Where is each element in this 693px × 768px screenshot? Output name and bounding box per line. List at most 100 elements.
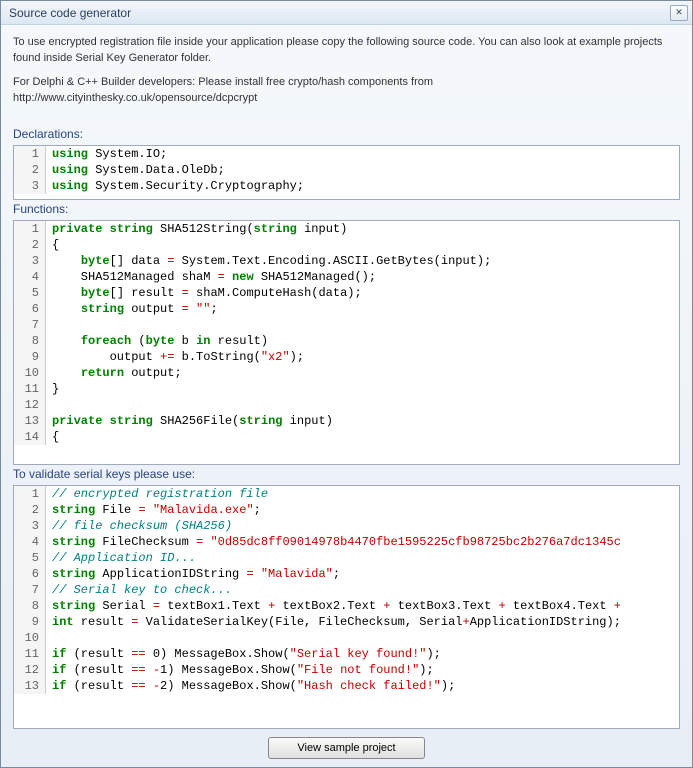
content-area: To use encrypted registration file insid… (1, 25, 692, 767)
code-line: 14{ (14, 429, 679, 445)
declarations-label: Declarations: (13, 127, 680, 141)
gutter: 4 (14, 269, 46, 285)
code-line: 3 byte[] data = System.Text.Encoding.ASC… (14, 253, 679, 269)
code-cell[interactable] (46, 630, 679, 646)
code-cell[interactable]: } (46, 381, 679, 397)
code-line: 4string FileChecksum = "0d85dc8ff0901497… (14, 534, 679, 550)
code-cell[interactable]: using System.IO; (46, 146, 679, 162)
gutter: 12 (14, 397, 46, 413)
validation-label: To validate serial keys please use: (13, 467, 680, 481)
code-line: 1// encrypted registration file (14, 486, 679, 502)
code-cell[interactable] (46, 317, 679, 333)
view-sample-button[interactable]: View sample project (268, 737, 424, 759)
code-line: 1private string SHA512String(string inpu… (14, 221, 679, 237)
gutter: 10 (14, 630, 46, 646)
validation-code-box[interactable]: 1// encrypted registration file2string F… (13, 485, 680, 729)
code-cell[interactable]: if (result == -1) MessageBox.Show("File … (46, 662, 679, 678)
gutter: 2 (14, 502, 46, 518)
code-cell[interactable]: string File = "Malavida.exe"; (46, 502, 679, 518)
code-line: 11} (14, 381, 679, 397)
code-line: 6 string output = ""; (14, 301, 679, 317)
declarations-code: 1using System.IO;2using System.Data.OleD… (14, 146, 679, 194)
functions-code-box[interactable]: 1private string SHA512String(string inpu… (13, 220, 680, 465)
code-line: 7// Serial key to check... (14, 582, 679, 598)
gutter: 10 (14, 365, 46, 381)
code-cell[interactable]: if (result == -2) MessageBox.Show("Hash … (46, 678, 679, 694)
gutter: 12 (14, 662, 46, 678)
code-cell[interactable]: int result = ValidateSerialKey(File, Fil… (46, 614, 679, 630)
gutter: 11 (14, 646, 46, 662)
code-line: 13private string SHA256File(string input… (14, 413, 679, 429)
code-cell[interactable]: string output = ""; (46, 301, 679, 317)
code-line: 6string ApplicationIDString = "Malavida"… (14, 566, 679, 582)
close-icon: ✕ (675, 7, 683, 18)
code-line: 7 (14, 317, 679, 333)
code-cell[interactable]: // encrypted registration file (46, 486, 679, 502)
code-cell[interactable]: return output; (46, 365, 679, 381)
code-line: 8 foreach (byte b in result) (14, 333, 679, 349)
window: Source code generator ✕ To use encrypted… (0, 0, 693, 768)
intro-text: To use encrypted registration file insid… (13, 35, 680, 115)
code-cell[interactable]: output += b.ToString("x2"); (46, 349, 679, 365)
gutter: 5 (14, 550, 46, 566)
code-line: 3// file checksum (SHA256) (14, 518, 679, 534)
code-cell[interactable]: SHA512Managed shaM = new SHA512Managed()… (46, 269, 679, 285)
validation-code: 1// encrypted registration file2string F… (14, 486, 679, 694)
intro-paragraph-1: To use encrypted registration file insid… (13, 35, 680, 67)
gutter: 13 (14, 678, 46, 694)
code-cell[interactable]: // Serial key to check... (46, 582, 679, 598)
gutter: 7 (14, 317, 46, 333)
code-line: 1using System.IO; (14, 146, 679, 162)
declarations-code-box[interactable]: 1using System.IO;2using System.Data.OleD… (13, 145, 680, 200)
gutter: 9 (14, 349, 46, 365)
gutter: 3 (14, 518, 46, 534)
code-cell[interactable]: string Serial = textBox1.Text + textBox2… (46, 598, 679, 614)
gutter: 6 (14, 301, 46, 317)
code-cell[interactable]: { (46, 237, 679, 253)
code-cell[interactable]: byte[] result = shaM.ComputeHash(data); (46, 285, 679, 301)
code-cell[interactable]: // file checksum (SHA256) (46, 518, 679, 534)
gutter: 11 (14, 381, 46, 397)
gutter: 2 (14, 162, 46, 178)
code-cell[interactable]: using System.Security.Cryptography; (46, 178, 679, 194)
gutter: 1 (14, 146, 46, 162)
code-cell[interactable]: if (result == 0) MessageBox.Show("Serial… (46, 646, 679, 662)
gutter: 7 (14, 582, 46, 598)
code-cell[interactable]: using System.Data.OleDb; (46, 162, 679, 178)
code-line: 3using System.Security.Cryptography; (14, 178, 679, 194)
code-cell[interactable]: string FileChecksum = "0d85dc8ff09014978… (46, 534, 679, 550)
code-cell[interactable]: private string SHA256File(string input) (46, 413, 679, 429)
footer: View sample project (13, 729, 680, 759)
close-button[interactable]: ✕ (670, 5, 688, 21)
gutter: 1 (14, 221, 46, 237)
code-cell[interactable]: // Application ID... (46, 550, 679, 566)
gutter: 13 (14, 413, 46, 429)
code-cell[interactable]: byte[] data = System.Text.Encoding.ASCII… (46, 253, 679, 269)
code-line: 2using System.Data.OleDb; (14, 162, 679, 178)
functions-code: 1private string SHA512String(string inpu… (14, 221, 679, 445)
code-cell[interactable]: foreach (byte b in result) (46, 333, 679, 349)
gutter: 5 (14, 285, 46, 301)
functions-label: Functions: (13, 202, 680, 216)
intro-paragraph-2: For Delphi & C++ Builder developers: Ple… (13, 75, 680, 107)
gutter: 1 (14, 486, 46, 502)
code-line: 9int result = ValidateSerialKey(File, Fi… (14, 614, 679, 630)
code-line: 10 (14, 630, 679, 646)
gutter: 3 (14, 178, 46, 194)
code-line: 12if (result == -1) MessageBox.Show("Fil… (14, 662, 679, 678)
code-cell[interactable]: private string SHA512String(string input… (46, 221, 679, 237)
titlebar: Source code generator ✕ (1, 1, 692, 25)
code-line: 12 (14, 397, 679, 413)
code-line: 4 SHA512Managed shaM = new SHA512Managed… (14, 269, 679, 285)
code-cell[interactable]: string ApplicationIDString = "Malavida"; (46, 566, 679, 582)
code-line: 10 return output; (14, 365, 679, 381)
gutter: 8 (14, 598, 46, 614)
code-cell[interactable] (46, 397, 679, 413)
code-cell[interactable]: { (46, 429, 679, 445)
gutter: 8 (14, 333, 46, 349)
code-line: 5 byte[] result = shaM.ComputeHash(data)… (14, 285, 679, 301)
code-line: 9 output += b.ToString("x2"); (14, 349, 679, 365)
code-line: 2{ (14, 237, 679, 253)
gutter: 3 (14, 253, 46, 269)
window-title: Source code generator (9, 6, 670, 20)
